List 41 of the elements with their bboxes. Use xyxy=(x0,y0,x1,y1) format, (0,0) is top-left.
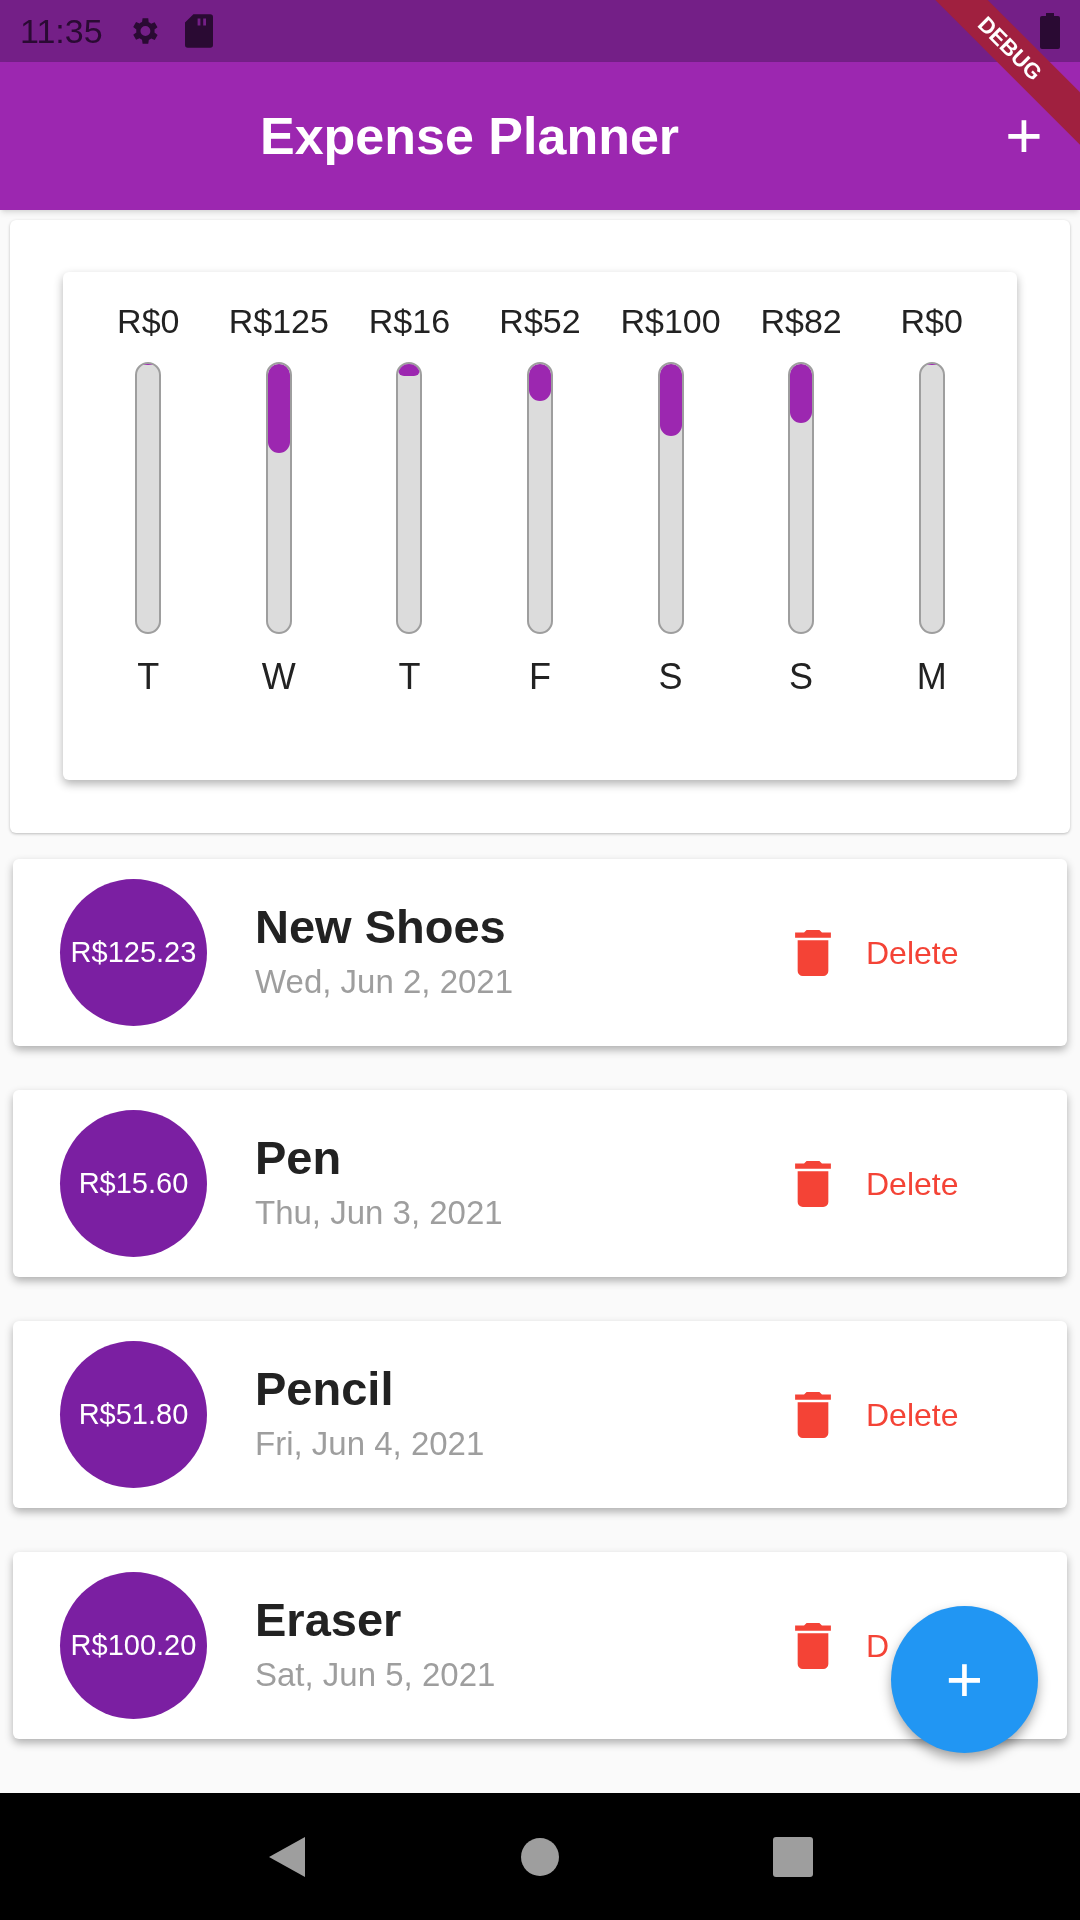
trash-icon xyxy=(795,1160,831,1207)
battery-icon xyxy=(1040,13,1060,49)
day-label: M xyxy=(916,655,947,699)
trash-icon xyxy=(795,1391,831,1438)
expense-title: Pencil xyxy=(255,1361,395,1418)
delete-button[interactable]: D xyxy=(795,1621,890,1670)
amount-label: R$16 xyxy=(368,301,451,342)
home-icon[interactable] xyxy=(520,1836,560,1877)
expense-date: Sat, Jun 5, 2021 xyxy=(255,1655,497,1696)
delete-button[interactable]: Delete xyxy=(795,928,959,977)
day-label: T xyxy=(137,655,160,699)
add-button[interactable]: + xyxy=(996,108,1052,164)
expense-title: Pen xyxy=(255,1130,343,1187)
amount-avatar: R$100.20 xyxy=(60,1572,207,1719)
status-time: 11:35 xyxy=(20,10,103,52)
day-label: S xyxy=(789,655,814,699)
trash-icon xyxy=(795,929,831,976)
expense-title: Eraser xyxy=(255,1592,403,1649)
delete-button[interactable]: Delete xyxy=(795,1159,959,1208)
amount-label: R$0 xyxy=(900,301,963,342)
trash-icon xyxy=(795,1622,831,1669)
amount-label: R$52 xyxy=(499,301,581,342)
expense-title: New Shoes xyxy=(255,899,507,956)
amount-label: R$125 xyxy=(228,301,329,342)
delete-button[interactable]: Delete xyxy=(795,1390,959,1439)
amount-avatar: R$51.80 xyxy=(60,1341,207,1488)
day-label: F xyxy=(528,655,551,699)
day-label: S xyxy=(658,655,683,699)
day-label: T xyxy=(398,655,421,699)
amount-label: R$82 xyxy=(760,301,842,342)
amount-label: R$0 xyxy=(117,301,180,342)
recents-icon[interactable] xyxy=(773,1836,814,1877)
day-label: W xyxy=(261,655,296,699)
app-title: Expense Planner xyxy=(260,106,680,167)
expense-date: Thu, Jun 3, 2021 xyxy=(255,1193,504,1234)
expense-date: Wed, Jun 2, 2021 xyxy=(255,962,515,1003)
sd-card-icon xyxy=(184,14,213,48)
expense-date: Fri, Jun 4, 2021 xyxy=(255,1424,486,1465)
amount-avatar: R$15.60 xyxy=(60,1110,207,1257)
amount-label: R$100 xyxy=(620,301,721,342)
amount-avatar: R$125.23 xyxy=(60,879,207,1026)
